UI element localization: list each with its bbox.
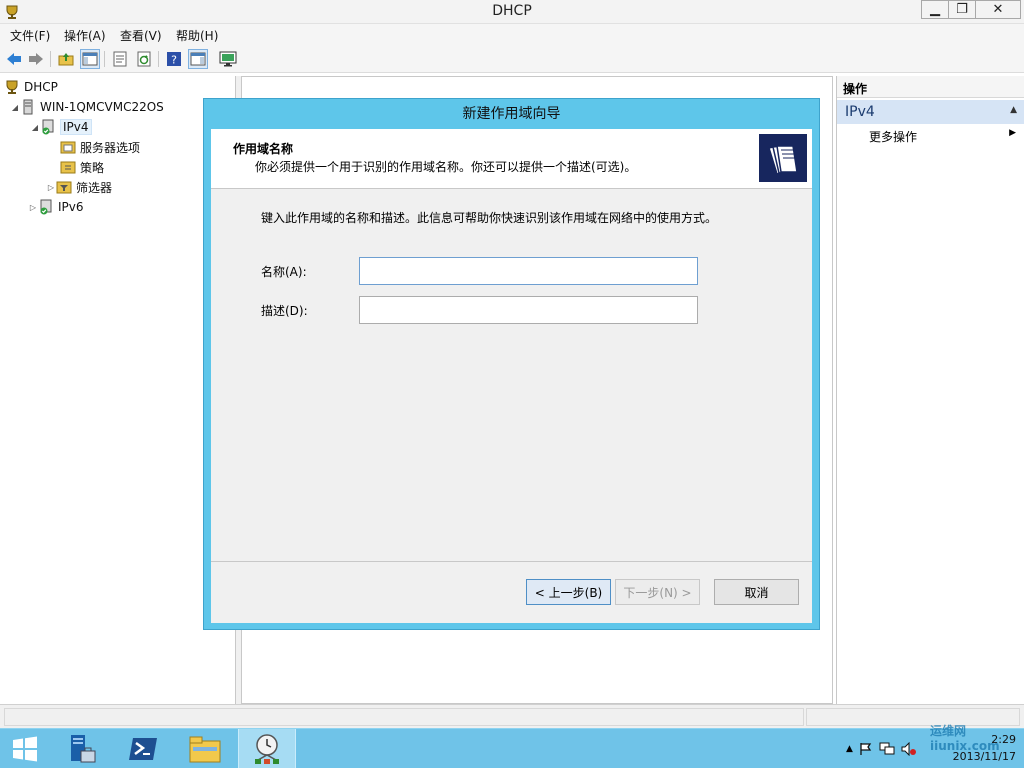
wizard-header: 作用域名称 你必须提供一个用于识别的作用域名称。你还可以提供一个描述(可选)。 [211, 129, 812, 189]
tree-item-dhcp[interactable]: DHCP [4, 78, 58, 96]
collapse-up-icon[interactable]: ▲ [1010, 105, 1017, 115]
policies-icon [60, 161, 76, 174]
tree-item-ipv6[interactable]: ▷ IPv6 [28, 198, 84, 216]
tree-label: 服务器选项 [80, 140, 141, 155]
action-center-flag-icon[interactable] [859, 742, 873, 756]
minimize-icon: ▁ [930, 2, 940, 17]
back-arrow-icon[interactable] [4, 49, 24, 69]
monitor-icon[interactable] [218, 49, 238, 69]
minimize-button[interactable]: ▁ [921, 0, 949, 19]
tree-item-filters[interactable]: ▷ 筛选器 [46, 178, 112, 196]
server-manager-button[interactable] [58, 729, 104, 768]
wizard-step-subtitle: 你必须提供一个用于识别的作用域名称。你还可以提供一个描述(可选)。 [255, 160, 637, 174]
wizard-body: 作用域名称 你必须提供一个用于识别的作用域名称。你还可以提供一个描述(可选)。 … [211, 129, 812, 623]
wizard-divider [211, 561, 812, 562]
ipv4-icon [42, 119, 54, 135]
action-section-ipv4[interactable]: IPv4 ▲ [837, 100, 1024, 124]
toolbar-separator [158, 51, 159, 67]
toolbar: ? [0, 45, 1024, 73]
folder-up-icon[interactable] [56, 49, 76, 69]
file-explorer-icon [189, 736, 221, 763]
server-options-icon [60, 141, 76, 154]
window-title: DHCP [492, 3, 532, 19]
action-section-label: IPv4 [845, 104, 875, 120]
scope-description-input[interactable] [359, 296, 698, 324]
back-button[interactable]: < 上一步(B) [526, 579, 611, 605]
tree-label: 策略 [80, 160, 105, 175]
svg-text:?: ? [171, 54, 177, 67]
close-button[interactable]: ✕ [975, 0, 1021, 19]
site-watermark: 运维网 iiunix.com [930, 724, 1000, 753]
menu-action[interactable]: 操作(A) [64, 27, 106, 44]
wizard-instruction: 键入此作用域的名称和描述。此信息可帮助你快速识别该作用域在网络中的使用方式。 [261, 211, 718, 225]
server-icon [23, 99, 33, 115]
collapse-triangle-icon[interactable]: ◢ [30, 123, 40, 132]
title-bar: DHCP ▁ ❐ ✕ [0, 0, 1024, 24]
volume-muted-icon[interactable] [901, 742, 917, 756]
tree-item-server[interactable]: ◢ WIN-1QMCVMC22OS [10, 98, 164, 116]
action-pane-header: 操作 [837, 76, 1024, 98]
properties-icon[interactable] [110, 49, 130, 69]
tree-label: WIN-1QMCVMC22OS [40, 100, 164, 114]
tree-label: IPv4 [60, 119, 92, 135]
tree-item-ipv4[interactable]: ◢ IPv4 [30, 118, 92, 136]
collapse-triangle-icon[interactable]: ◢ [10, 103, 20, 112]
tree-label: IPv6 [58, 200, 84, 214]
wizard-step-title: 作用域名称 [233, 142, 294, 156]
refresh-icon[interactable] [134, 49, 154, 69]
taskbar: ▲ 2:29 2013/11/17 [0, 728, 1024, 768]
new-scope-wizard: 新建作用域向导 作用域名称 你必须提供一个用于识别的作用域名称。你还可以提供一个… [203, 98, 820, 630]
scope-name-input[interactable] [359, 257, 698, 285]
tree-item-server-options[interactable]: 服务器选项 [60, 138, 140, 156]
filters-icon [56, 181, 72, 194]
action-pane: 操作 IPv4 ▲ 更多操作 ▶ [836, 76, 1024, 704]
cancel-button[interactable]: 取消 [714, 579, 799, 605]
show-hidden-icons-icon[interactable]: ▲ [846, 744, 853, 754]
network-icon[interactable] [879, 742, 895, 756]
dhcp-console-icon [255, 734, 279, 764]
restore-button[interactable]: ❐ [948, 0, 976, 19]
wizard-title: 新建作用域向导 [462, 106, 561, 122]
powershell-icon [129, 738, 157, 760]
tree-item-policies[interactable]: 策略 [60, 158, 104, 176]
dhcp-trophy-icon [6, 80, 18, 94]
menu-file[interactable]: 文件(F) [10, 27, 50, 44]
tree-label: DHCP [24, 80, 58, 94]
status-bar [0, 704, 1024, 728]
next-button[interactable]: 下一步(N) > [615, 579, 700, 605]
forward-arrow-icon[interactable] [26, 49, 46, 69]
status-segment [4, 708, 804, 726]
file-explorer-button[interactable] [180, 729, 230, 768]
dhcp-console-button[interactable] [238, 729, 296, 768]
console-tree: DHCP ◢ WIN-1QMCVMC22OS ◢ IPv4 服务器选项 策略 ▷… [0, 76, 236, 704]
show-hide-tree-icon[interactable] [80, 49, 100, 69]
menu-bar: 文件(F) 操作(A) 查看(V) 帮助(H) [0, 24, 1024, 45]
toolbar-separator [104, 51, 105, 67]
ipv6-icon [40, 199, 52, 215]
start-button[interactable] [0, 729, 50, 768]
description-label: 描述(D): [261, 304, 308, 318]
close-icon: ✕ [992, 2, 1004, 17]
show-hide-action-pane-icon[interactable] [188, 49, 208, 69]
start-icon [13, 736, 37, 762]
expand-triangle-icon[interactable]: ▷ [28, 203, 38, 212]
submenu-arrow-icon[interactable]: ▶ [1009, 128, 1016, 138]
server-manager-icon [71, 735, 96, 763]
menu-view[interactable]: 查看(V) [120, 27, 162, 44]
toolbar-separator [50, 51, 51, 67]
expand-triangle-icon[interactable]: ▷ [46, 183, 56, 192]
wizard-folders-icon [759, 134, 807, 182]
powershell-button[interactable] [120, 729, 166, 768]
tree-label: 筛选器 [76, 180, 113, 195]
restore-icon: ❐ [956, 2, 968, 17]
system-tray: ▲ [846, 739, 917, 759]
menu-help[interactable]: 帮助(H) [176, 27, 218, 44]
name-label: 名称(A): [261, 265, 307, 279]
more-actions-item[interactable]: 更多操作 [869, 128, 917, 145]
help-icon[interactable]: ? [164, 49, 184, 69]
